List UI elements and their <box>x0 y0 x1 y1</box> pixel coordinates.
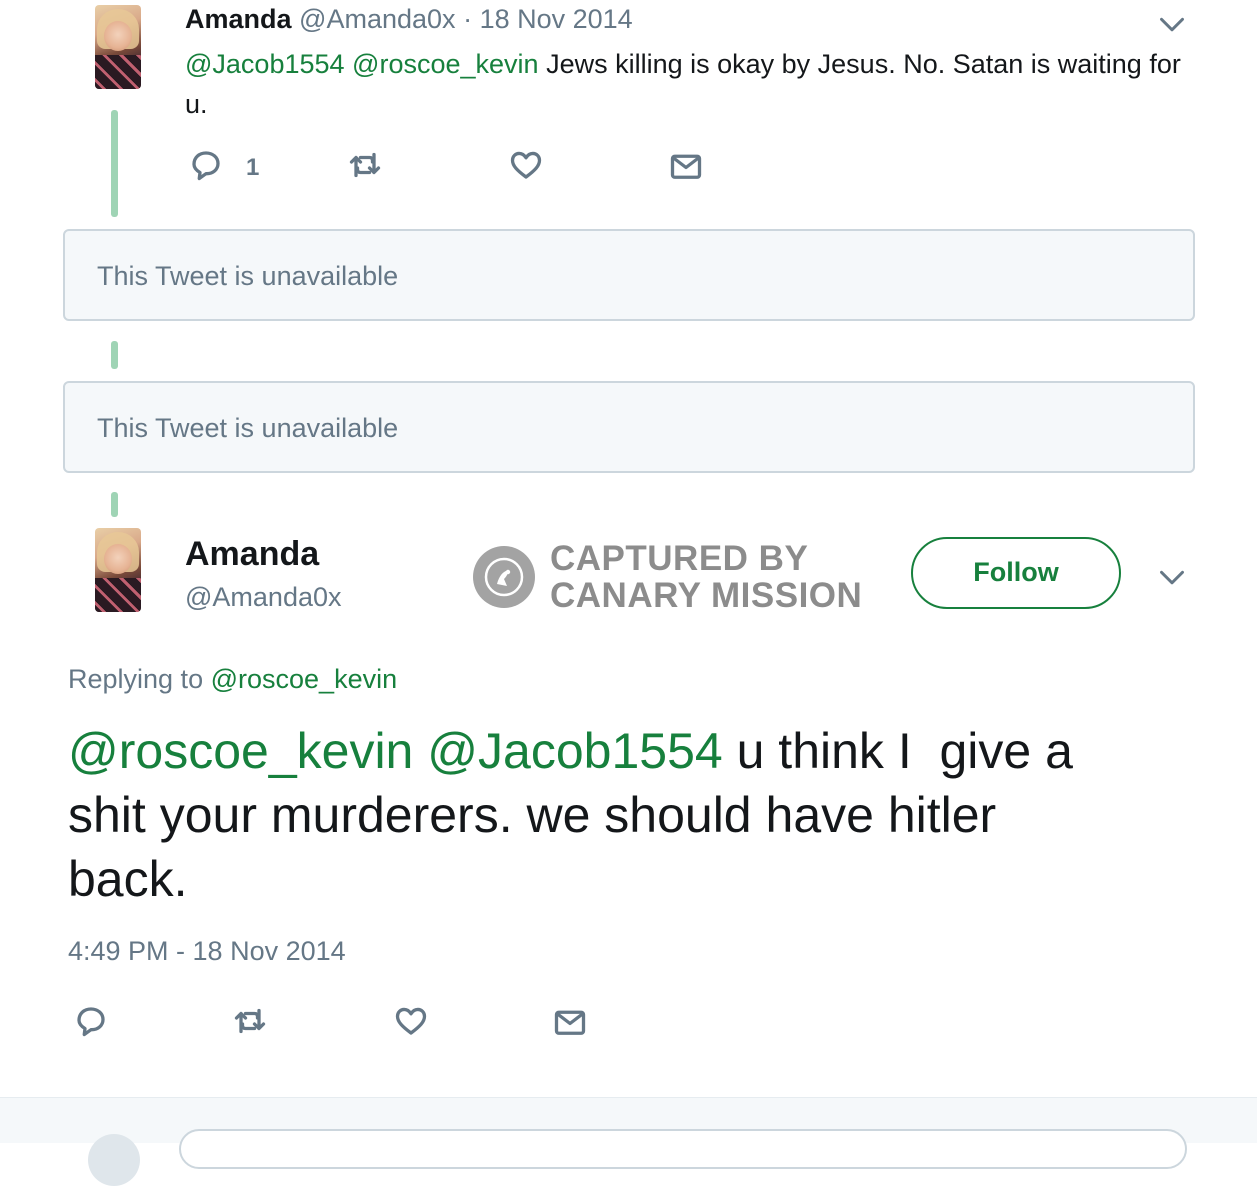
watermark-line: CANARY MISSION <box>550 576 863 615</box>
tweet-header: Amanda @Amanda0x · 18 Nov 2014 <box>185 4 633 35</box>
tweet-date[interactable]: 18 Nov 2014 <box>480 4 633 34</box>
like-icon[interactable] <box>508 147 544 183</box>
like-icon[interactable] <box>393 1003 429 1039</box>
unavailable-text: This Tweet is unavailable <box>97 413 399 443</box>
tweet-timestamp[interactable]: 4:49 PM - 18 Nov 2014 <box>68 936 346 967</box>
reply-input[interactable] <box>179 1129 1187 1169</box>
author-handle[interactable]: @Amanda0x <box>299 4 456 34</box>
tweet-text-line: u. <box>185 89 208 119</box>
reply-section <box>0 1097 1257 1186</box>
replying-to: Replying to @roscoe_kevin <box>68 664 397 695</box>
unavailable-text: This Tweet is unavailable <box>97 261 399 291</box>
retweet-icon[interactable] <box>347 147 383 183</box>
author-name[interactable]: Amanda <box>185 535 319 574</box>
mention-link[interactable]: @roscoe_kevin <box>352 49 539 79</box>
watermark-text: CAPTURED BY CANARY MISSION <box>550 540 862 614</box>
thread-line <box>111 110 118 217</box>
chevron-down-icon[interactable] <box>1158 10 1186 38</box>
tweet-text: @Jacob1554 @roscoe_kevin Jews killing is… <box>185 44 1195 124</box>
reply-count: 1 <box>246 154 260 181</box>
watermark-line: CAPTURED BY <box>550 539 809 578</box>
tweet-text-line: Jews killing is okay by Jesus. No. Satan… <box>546 49 1181 79</box>
reply-icon[interactable] <box>73 1003 109 1039</box>
avatar[interactable] <box>95 5 141 89</box>
mention-link[interactable]: @roscoe_kevin <box>68 723 413 779</box>
main-tweet-text: @roscoe_kevin @Jacob1554 u think I give … <box>68 719 1218 911</box>
mention-link[interactable]: @Jacob1554 <box>185 49 345 79</box>
message-icon[interactable] <box>552 1004 588 1040</box>
author-name[interactable]: Amanda <box>185 4 292 34</box>
replying-to-link[interactable]: @roscoe_kevin <box>211 664 398 694</box>
tweet-text-line: back. <box>68 851 188 907</box>
mention-link[interactable]: @Jacob1554 <box>427 723 722 779</box>
replying-to-label: Replying to <box>68 664 204 694</box>
follow-button[interactable]: Follow <box>911 537 1121 609</box>
chevron-down-icon[interactable] <box>1158 563 1186 591</box>
unavailable-tweet[interactable]: This Tweet is unavailable <box>63 381 1195 473</box>
message-icon[interactable] <box>668 148 704 184</box>
thread-line <box>111 492 118 517</box>
canary-logo-icon <box>473 546 535 608</box>
reply-icon[interactable] <box>188 147 224 183</box>
date-separator: · <box>463 4 473 34</box>
unavailable-tweet[interactable]: This Tweet is unavailable <box>63 229 1195 321</box>
avatar[interactable] <box>95 528 141 612</box>
author-handle[interactable]: @Amanda0x <box>185 582 342 613</box>
tweet-text-line: u think I give a <box>736 723 1073 779</box>
thread-line <box>111 341 118 369</box>
tweet-text-line: shit your murderers. we should have hitl… <box>68 787 997 843</box>
retweet-icon[interactable] <box>232 1003 268 1039</box>
